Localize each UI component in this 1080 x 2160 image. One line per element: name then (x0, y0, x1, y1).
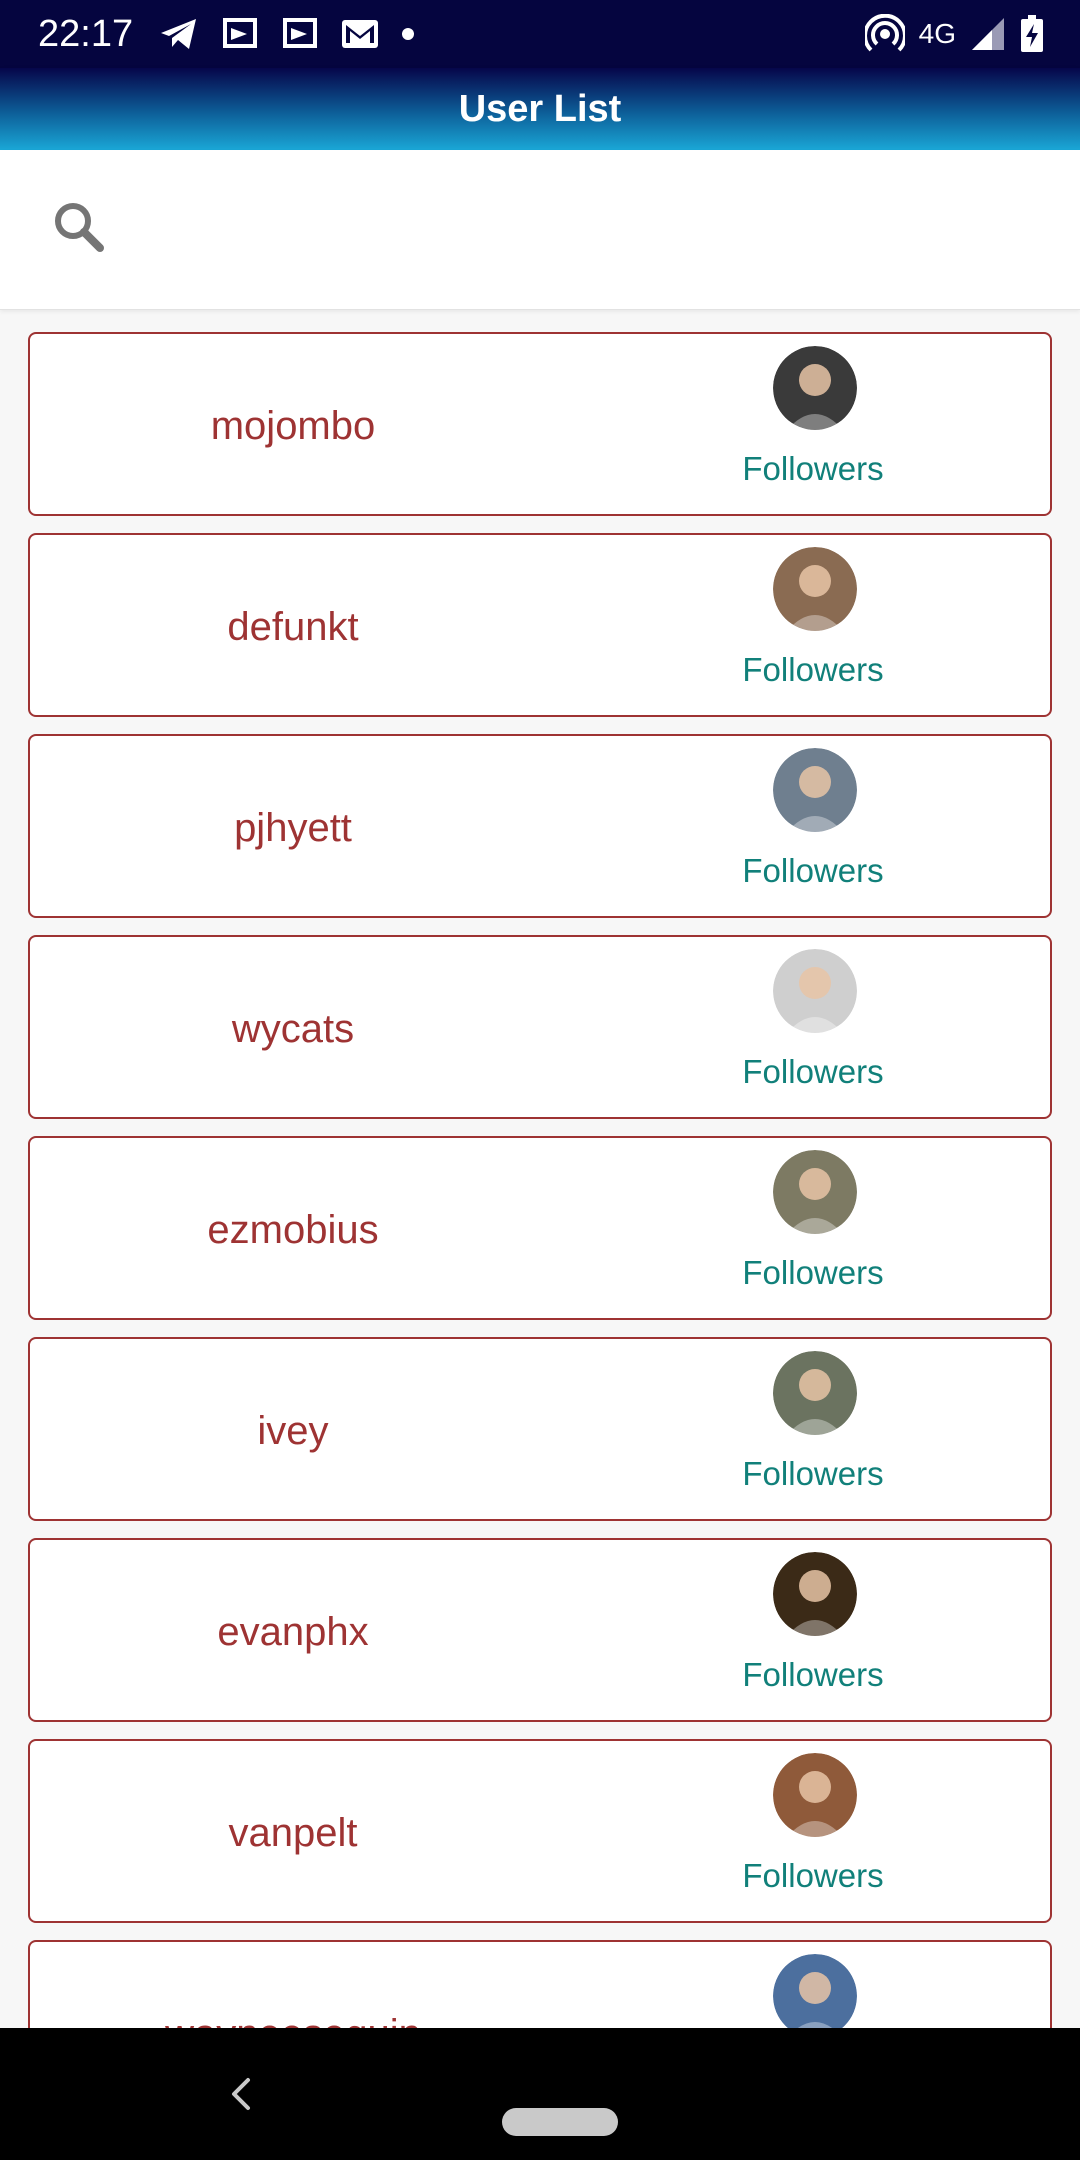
user-card[interactable]: vanpelt Followers (28, 1739, 1052, 1923)
user-card[interactable]: ezmobius Followers (28, 1136, 1052, 1320)
avatar[interactable] (773, 748, 857, 832)
user-name: vanpelt (228, 1810, 358, 1855)
avatar[interactable] (773, 949, 857, 1033)
followers-link[interactable]: Followers (712, 852, 914, 890)
page-title: User List (458, 87, 622, 130)
status-time: 22:17 (38, 12, 134, 55)
user-name: mojombo (210, 403, 376, 448)
avatar[interactable] (773, 547, 857, 631)
user-list-viewport[interactable]: mojombo Followers defunkt Followers pjhyett F… (0, 310, 1080, 2028)
app-bar: User List (0, 68, 1080, 150)
followers-link[interactable]: Followers (712, 450, 914, 488)
user-name: wycats (231, 1006, 355, 1051)
search-icon[interactable] (52, 200, 106, 259)
user-name: ezmobius (207, 1207, 379, 1252)
battery-charging-icon (1020, 15, 1044, 53)
signal-icon (970, 16, 1006, 52)
avatar[interactable] (773, 1753, 857, 1837)
nav-bar (0, 2028, 1080, 2160)
avatar[interactable] (773, 1552, 857, 1636)
user-card[interactable]: defunkt Followers (28, 533, 1052, 717)
search-input[interactable] (146, 189, 1046, 270)
back-chevron-icon[interactable] (222, 2074, 262, 2114)
avatar[interactable] (773, 1954, 857, 2028)
hotspot-icon (864, 14, 905, 54)
gmail-icon (341, 19, 379, 49)
user-card[interactable]: evanphx Followers (28, 1538, 1052, 1722)
user-name: pjhyett (234, 805, 352, 850)
telegram-icon (159, 16, 199, 52)
status-right: 4G (851, 14, 1044, 54)
followers-link[interactable]: Followers (712, 1656, 914, 1694)
avatar[interactable] (773, 1150, 857, 1234)
user-name: wayneeseguin (30, 1942, 556, 2029)
user-name: ivey (257, 1408, 329, 1453)
cast-icon (281, 16, 319, 52)
network-label: 4G (918, 18, 956, 49)
home-pill-icon[interactable] (502, 2108, 618, 2136)
dot-icon (401, 27, 415, 41)
followers-link[interactable]: Followers (712, 1857, 914, 1895)
user-card[interactable]: wycats Followers (28, 935, 1052, 1119)
followers-link[interactable]: Followers (712, 651, 914, 689)
avatar[interactable] (773, 346, 857, 430)
cast-icon (221, 16, 259, 52)
status-left: 22:17 (38, 13, 437, 56)
search-bar[interactable] (0, 150, 1080, 310)
user-card[interactable]: wayneeseguinFollowers (28, 1940, 1052, 2028)
user-name: defunkt (227, 604, 359, 649)
followers-link[interactable]: Followers (712, 1053, 914, 1091)
avatar[interactable] (773, 1351, 857, 1435)
user-card[interactable]: mojombo Followers (28, 332, 1052, 516)
user-card[interactable]: ivey Followers (28, 1337, 1052, 1521)
followers-link[interactable]: Followers (712, 1254, 914, 1292)
user-name: evanphx (217, 1609, 369, 1654)
status-bar: 22:17 4G (0, 0, 1080, 68)
user-list: mojombo Followers defunkt Followers pjhyett F… (28, 332, 1052, 2028)
followers-link[interactable]: Followers (712, 1455, 914, 1493)
user-card[interactable]: pjhyett Followers (28, 734, 1052, 918)
